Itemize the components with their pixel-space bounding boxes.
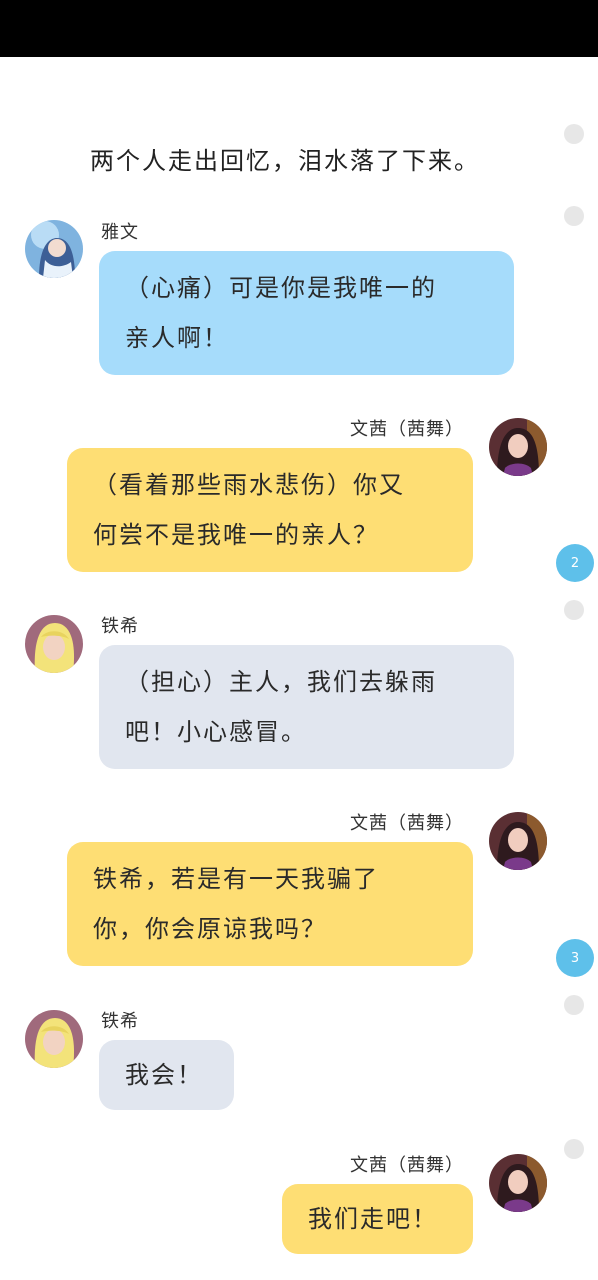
avatar-wenqian[interactable] — [489, 812, 547, 870]
blonde-girl-avatar-icon — [25, 615, 83, 673]
message-line: 亲人啊！ — [125, 324, 229, 352]
message-line: （看着那些雨水悲伤）你又 — [93, 471, 405, 499]
avatar-tiexi[interactable] — [25, 1010, 83, 1068]
blue-haired-girl-avatar-icon — [25, 220, 83, 278]
dark-haired-girl-avatar-icon — [489, 812, 547, 870]
message-line: （担心）主人，我们去躲雨 — [125, 668, 437, 696]
dark-haired-girl-avatar-icon — [489, 1154, 547, 1212]
message-bubble: （看着那些雨水悲伤）你又 何尝不是我唯一的亲人？ — [67, 448, 473, 572]
comment-dot[interactable] — [564, 995, 584, 1015]
comment-dot[interactable] — [564, 600, 584, 620]
dark-haired-girl-avatar-icon — [489, 418, 547, 476]
message-bubble: （心痛）可是你是我唯一的 亲人啊！ — [99, 251, 514, 375]
speaker-name: 文茜（茜舞） — [350, 813, 464, 834]
comment-count-badge[interactable]: 3 — [556, 939, 594, 977]
speaker-name: 铁希 — [101, 616, 139, 637]
message-bubble: 我会！ — [99, 1040, 234, 1110]
status-bar — [0, 0, 598, 57]
avatar-tiexi[interactable] — [25, 615, 83, 673]
blonde-girl-avatar-icon — [25, 1010, 83, 1068]
avatar-wenqian[interactable] — [489, 418, 547, 476]
message-bubble: （担心）主人，我们去躲雨 吧！小心感冒。 — [99, 645, 514, 769]
message-line: （心痛）可是你是我唯一的 — [125, 274, 437, 302]
narration-text: 两个人走出回忆，泪水落了下来。 — [90, 147, 480, 175]
message-line: 吧！小心感冒。 — [125, 718, 307, 746]
message-line: 你，你会原谅我吗？ — [93, 915, 327, 943]
comment-dot[interactable] — [564, 206, 584, 226]
avatar-yawen[interactable] — [25, 220, 83, 278]
message-bubble: 我们走吧！ — [282, 1184, 473, 1254]
message-line: 铁希，若是有一天我骗了 — [93, 865, 379, 893]
comment-dot[interactable] — [564, 124, 584, 144]
comment-count-badge[interactable]: 2 — [556, 544, 594, 582]
speaker-name: 雅文 — [101, 222, 139, 243]
message-line: 我们走吧！ — [308, 1205, 438, 1233]
comment-dot[interactable] — [564, 1139, 584, 1159]
speaker-name: 铁希 — [101, 1011, 139, 1032]
message-line: 我会！ — [125, 1061, 203, 1089]
speaker-name: 文茜（茜舞） — [350, 419, 464, 440]
avatar-wenqian[interactable] — [489, 1154, 547, 1212]
speaker-name: 文茜（茜舞） — [350, 1155, 464, 1176]
message-line: 何尝不是我唯一的亲人？ — [93, 521, 379, 549]
message-bubble: 铁希，若是有一天我骗了 你，你会原谅我吗？ — [67, 842, 473, 966]
